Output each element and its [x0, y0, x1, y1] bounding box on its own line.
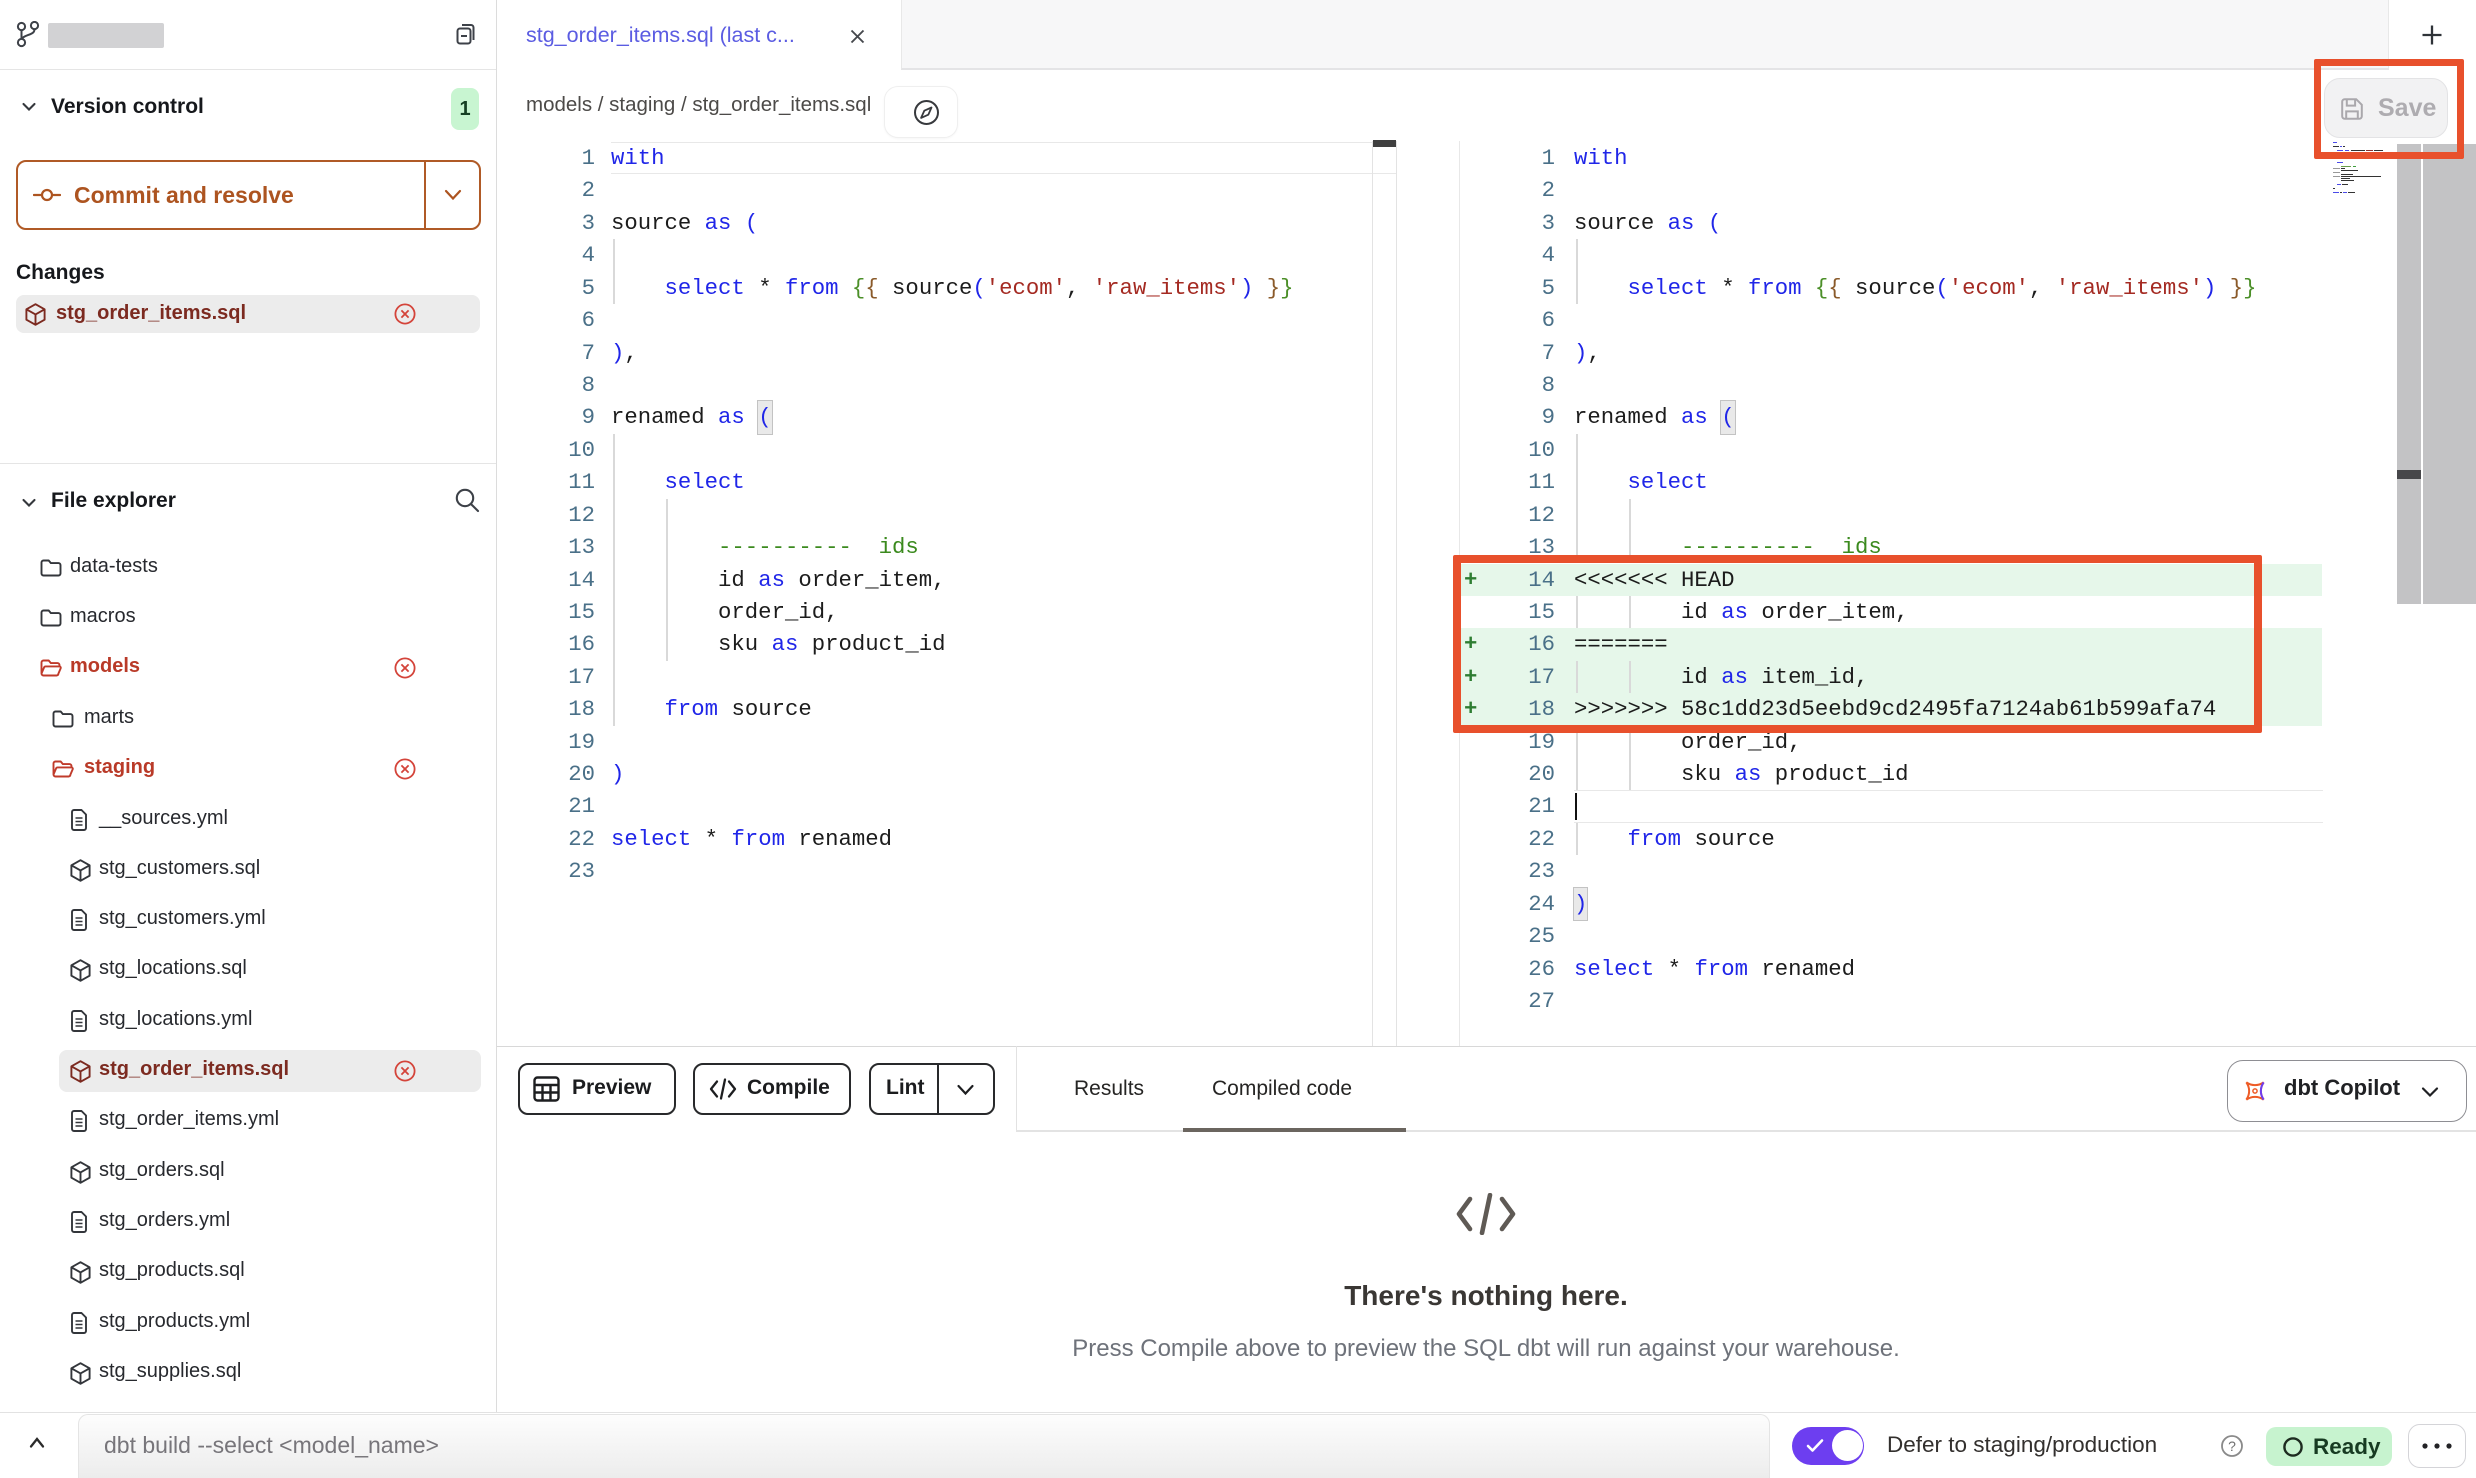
svg-text:?: ?	[2228, 1438, 2236, 1454]
